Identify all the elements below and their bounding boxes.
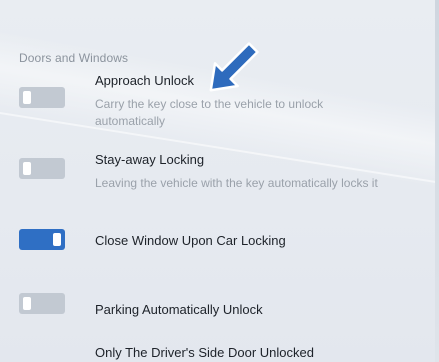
driver-side-door-unlock-option[interactable]: Only The Driver's Side Door Unlocked [95, 345, 314, 360]
stay-away-locking-toggle[interactable] [19, 158, 65, 179]
stay-away-locking-label: Stay-away Locking [95, 152, 205, 167]
pointer-arrow-icon [209, 42, 259, 92]
section-title: Doors and Windows [19, 51, 129, 65]
close-window-upon-locking-toggle[interactable] [19, 229, 65, 250]
stay-away-locking-description: Leaving the vehicle with the key automat… [95, 176, 378, 190]
approach-unlock-label: Approach Unlock [95, 73, 194, 88]
close-window-upon-locking-label: Close Window Upon Car Locking [95, 233, 286, 248]
parking-auto-unlock-label: Parking Automatically Unlock [95, 302, 263, 317]
panel-edge [435, 0, 439, 362]
toggle-knob [23, 297, 31, 310]
parking-auto-unlock-toggle[interactable] [19, 293, 65, 314]
toggle-knob [23, 91, 31, 104]
approach-unlock-toggle[interactable] [19, 87, 65, 108]
toggle-knob [53, 233, 61, 246]
toggle-knob [23, 162, 31, 175]
